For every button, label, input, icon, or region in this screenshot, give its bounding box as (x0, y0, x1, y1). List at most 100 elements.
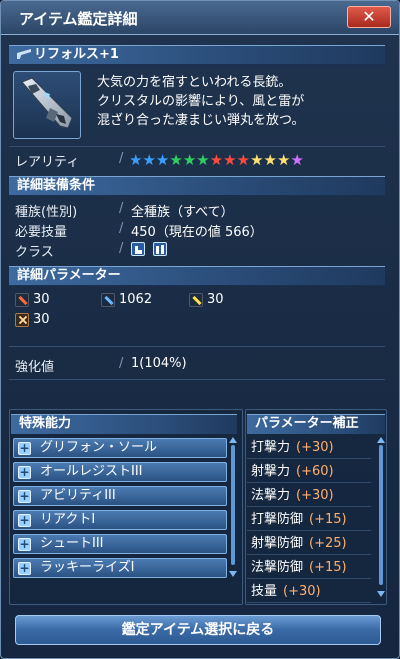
abilities-scrollbar[interactable] (231, 445, 235, 565)
bonus-name: 射撃防御 (251, 536, 304, 551)
ability-item[interactable]: + リアクトI (13, 510, 227, 530)
bonus-row: 射撃防御 (+25) (247, 533, 371, 555)
divider (9, 379, 385, 380)
expand-plus-icon[interactable]: + (18, 514, 31, 527)
divider (9, 346, 385, 347)
item-appraisal-window: アイテム鑑定詳細 ✕ リフォルス+1 大気の力を宿すといわれる長銃。 クリスタル… (0, 0, 400, 659)
scroll-down-icon[interactable] (229, 571, 237, 577)
strike-attack-value: 30 (33, 292, 50, 307)
rarity-star-icon: ★ (250, 151, 264, 169)
class-label: クラス (15, 245, 54, 260)
scroll-up-icon[interactable] (229, 437, 237, 443)
abilities-header: 特殊能力 (11, 414, 237, 434)
bonus-row: 法撃力 (+30) (247, 485, 371, 507)
separator: / (119, 221, 124, 236)
element-icon (15, 313, 29, 327)
bonus-value: (+15) (309, 512, 347, 527)
ability-label: オールレジストIII (40, 464, 143, 479)
separator: / (119, 201, 124, 216)
ability-item[interactable]: + ラッキーライズI (13, 558, 227, 578)
ability-item[interactable]: + シュートIII (13, 534, 227, 554)
rarity-star-icon: ★ (169, 151, 183, 169)
rarity-star-icon: ★ (129, 151, 143, 169)
range-attack-value: 1062 (119, 292, 153, 307)
bonus-name: 法撃力 (251, 488, 291, 503)
item-name: リフォルス+1 (34, 47, 119, 62)
scroll-up-icon[interactable] (377, 437, 385, 443)
expand-plus-icon[interactable]: + (18, 442, 31, 455)
rarity-star-icon: ★ (263, 151, 277, 169)
parameters-header: 詳細パラメーター (9, 266, 385, 286)
rarity-star-icon: ★ (155, 151, 170, 169)
separator: / (119, 151, 124, 166)
expand-plus-icon[interactable]: + (18, 538, 31, 551)
requirements-header: 詳細装備条件 (9, 176, 385, 196)
bonus-value: (+30) (283, 584, 321, 599)
bonus-value: (+25) (309, 536, 347, 551)
expand-plus-icon[interactable]: + (18, 562, 31, 575)
tech-attack-icon (189, 293, 203, 307)
skill-value: 450（現在の値 566） (131, 225, 263, 240)
ability-label: アビリティIII (40, 488, 116, 503)
expand-plus-icon[interactable]: + (18, 490, 31, 503)
scroll-down-icon[interactable] (377, 591, 385, 597)
rarity-star-icon: ★ (290, 151, 304, 169)
rarity-star-icon: ★ (236, 151, 251, 169)
bonus-value: (+30) (296, 488, 334, 503)
rifle-icon (17, 49, 31, 59)
gunner-class-icon (153, 242, 167, 256)
bonus-row: 打撃力 (+30) (247, 437, 371, 459)
expand-plus-icon[interactable]: + (18, 466, 31, 479)
bonus-row: 打撃防御 (+15) (247, 509, 371, 531)
back-to-selection-button[interactable]: 鑑定アイテム選択に戻る (15, 615, 381, 645)
ability-label: ラッキーライズI (40, 560, 135, 575)
item-name-header: リフォルス+1 (9, 45, 385, 65)
rarity-star-icon: ★ (209, 151, 224, 169)
bonus-row: 法撃防御 (+15) (247, 557, 371, 579)
window-title: アイテム鑑定詳細 (19, 10, 138, 28)
separator: / (119, 241, 124, 256)
rarity-label: レアリティ (15, 155, 80, 170)
bonus-name: 法撃防御 (251, 560, 304, 575)
ability-item[interactable]: + オールレジストIII (13, 462, 227, 482)
rarity-star-icon: ★ (196, 151, 210, 169)
rarity-stars: ★ ★ ★ ★ ★ ★ ★ ★ ★ ★ ★ ★ ★ (129, 152, 304, 168)
skill-label: 必要技量 (15, 225, 68, 240)
rarity-star-icon: ★ (276, 151, 291, 169)
close-button[interactable]: ✕ (347, 6, 391, 28)
item-description: 大気の力を宿すといわれる長銃。 クリスタルの影響により、風と雷が 混ざり合った凄… (97, 75, 305, 128)
divider (9, 146, 385, 147)
item-image (13, 71, 81, 139)
bonuses-header: パラメーター補正 (247, 414, 385, 434)
separator: / (119, 356, 124, 371)
ability-label: シュートIII (40, 536, 104, 551)
race-value: 全種族（すべて） (131, 205, 234, 220)
bonus-name: 打撃防御 (251, 512, 304, 527)
bonus-name: 打撃力 (251, 440, 291, 455)
ability-label: リアクトI (40, 512, 96, 527)
bonuses-scrollbar[interactable] (379, 445, 383, 585)
rarity-star-icon: ★ (182, 151, 197, 169)
ability-item[interactable]: + アビリティIII (13, 486, 227, 506)
rarity-star-icon: ★ (142, 151, 156, 169)
rarity-star-icon: ★ (223, 151, 237, 169)
bonus-name: 技量 (251, 584, 278, 599)
element-value: 30 (33, 312, 50, 327)
bonus-row: 技量 (+30) (247, 581, 371, 603)
ability-item[interactable]: + グリフォン・ソール (13, 438, 227, 458)
enhance-value: 1(104%) (131, 356, 187, 371)
strike-attack-icon (15, 293, 29, 307)
bonus-value: (+15) (309, 560, 347, 575)
race-label: 種族(性別) (15, 205, 78, 220)
title-bar: アイテム鑑定詳細 ✕ (1, 1, 399, 35)
bonus-row: 射撃力 (+60) (247, 461, 371, 483)
enhance-label: 強化値 (15, 360, 55, 375)
bonus-value: (+30) (296, 440, 334, 455)
ranger-class-icon (131, 242, 145, 256)
ability-label: グリフォン・ソール (40, 440, 158, 455)
bonus-value: (+60) (296, 464, 334, 479)
range-attack-icon (101, 293, 115, 307)
tech-attack-value: 30 (207, 292, 224, 307)
rifle-weapon-icon (21, 77, 73, 129)
bonus-name: 射撃力 (251, 464, 291, 479)
